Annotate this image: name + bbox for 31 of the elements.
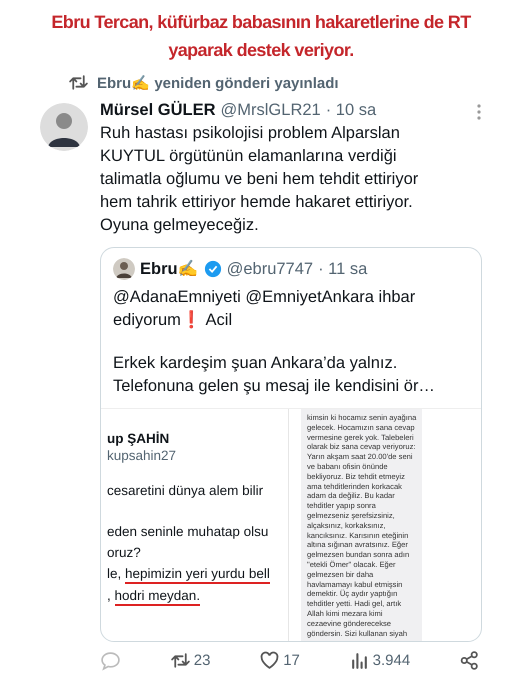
screenshot-text: hepimizin yeri yurdu bell xyxy=(125,565,270,584)
screenshot-text: , xyxy=(107,587,112,604)
repost-button[interactable]: 23 xyxy=(170,650,210,671)
repost-label: Ebru✍ yeniden gönderi yayınladı xyxy=(97,74,339,92)
screenshot-handle: kupsahin27 xyxy=(107,448,178,463)
avatar xyxy=(113,258,135,280)
quoted-text: Erkek kardeşim şuan Ankara’da yalnız. Telefonuna gelen şu mesaj ile kendisini ör… xyxy=(113,353,436,397)
post-text: Ruh hastası psikolojisi problem Alparslan KUYTUL örgütünün elamanlarına verdiği talimatla oğlumu ve beni hem tehdit ettiriyor hem tahrik ettiriyor hemde hakaret ettiriyor. Oyuna gelmeyeceğiz. xyxy=(100,123,420,236)
share-icon xyxy=(458,650,480,671)
screenshot-text: le, xyxy=(107,565,122,582)
headline: Ebru Tercan, küfürbaz babasının hakaretlerine de RT yaparak destek veriyor. xyxy=(50,11,472,62)
views-button[interactable]: 3.944 xyxy=(348,650,410,671)
quoted-post[interactable] xyxy=(100,247,482,642)
post-time: · 10 sa xyxy=(326,101,376,120)
share-button[interactable] xyxy=(458,650,480,671)
author-name[interactable]: Mürsel GÜLER xyxy=(100,101,216,120)
author-name[interactable]: Ebru✍ xyxy=(140,259,199,279)
speech-bubble-icon xyxy=(100,650,121,671)
avatar[interactable] xyxy=(40,103,88,151)
screenshot-text: hodri meydan. xyxy=(114,587,200,606)
screenshot-text: cesaretini dünya alem bilir xyxy=(107,482,264,499)
screenshot-author: up ŞAHİN xyxy=(107,431,170,446)
screenshot-text: oruz? xyxy=(107,544,141,561)
heart-icon xyxy=(259,650,280,671)
author-handle[interactable]: @ebru7747 xyxy=(226,260,314,278)
quoted-text: @AdanaEmniyeti @EmniyetAnkara ihbar ediyorum❗ Acil xyxy=(113,287,416,331)
screenshot-text: eden seninle muhatap olsu xyxy=(107,523,268,540)
more-icon[interactable] xyxy=(476,103,482,121)
post-time: · 11 sa xyxy=(318,260,368,278)
author-handle[interactable]: @MrslGLR21 xyxy=(220,101,321,120)
like-button[interactable]: 17 xyxy=(259,650,300,671)
